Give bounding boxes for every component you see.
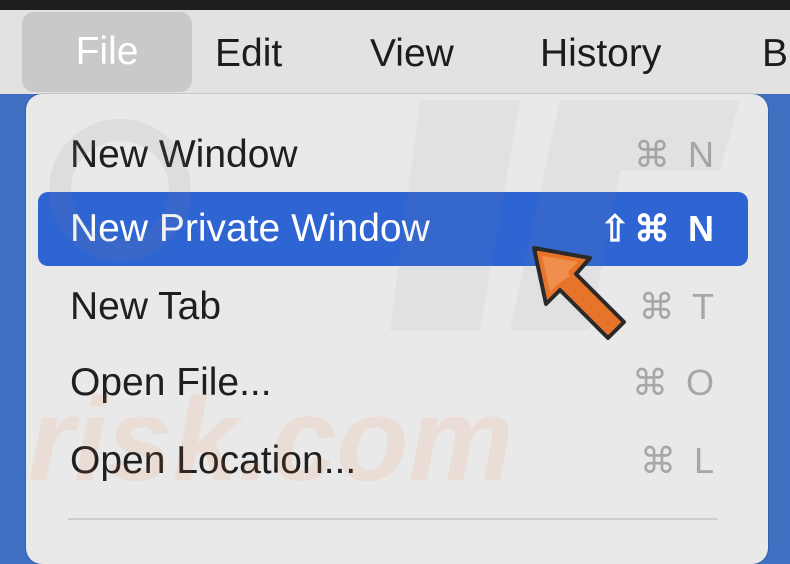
menubar-item-file-label: File — [75, 30, 139, 73]
menu-item-label: New Private Window — [70, 207, 430, 250]
menu-separator — [68, 518, 718, 520]
menu-item-new-private-window[interactable]: New Private Window ⇧⌘ N — [38, 192, 748, 266]
menubar-item-file[interactable]: File — [22, 12, 192, 92]
menubar-item-view[interactable]: View — [370, 32, 454, 76]
menu-item-open-location[interactable]: Open Location... ⌘ L — [38, 424, 748, 498]
menu-item-new-window[interactable]: New Window ⌘ N — [38, 118, 748, 192]
menu-item-shortcut: ⌘ T — [638, 286, 718, 327]
menu-item-label: New Window — [70, 133, 298, 176]
menu-item-shortcut: ⌘ L — [639, 440, 718, 481]
arrow-pointer-icon — [532, 246, 626, 340]
menu-item-new-tab[interactable]: New Tab ⌘ T — [38, 270, 748, 344]
menu-item-label: New Tab — [70, 285, 222, 328]
menu-bar: File Edit View History B — [0, 10, 790, 94]
menu-item-shortcut: ⌘ O — [631, 362, 718, 403]
menu-item-open-file[interactable]: Open File... ⌘ O — [38, 346, 748, 420]
menu-item-shortcut: ⌘ N — [634, 134, 718, 175]
menubar-item-history[interactable]: History — [540, 32, 661, 76]
menubar-item-b[interactable]: B — [762, 32, 788, 76]
file-menu-dropdown: New Window ⌘ N New Private Window ⇧⌘ N N… — [26, 94, 768, 564]
menu-item-label: Open File... — [70, 361, 272, 404]
menu-item-label: Open Location... — [70, 439, 357, 482]
menubar-item-edit[interactable]: Edit — [215, 32, 282, 76]
screen-top-edge — [0, 0, 790, 10]
